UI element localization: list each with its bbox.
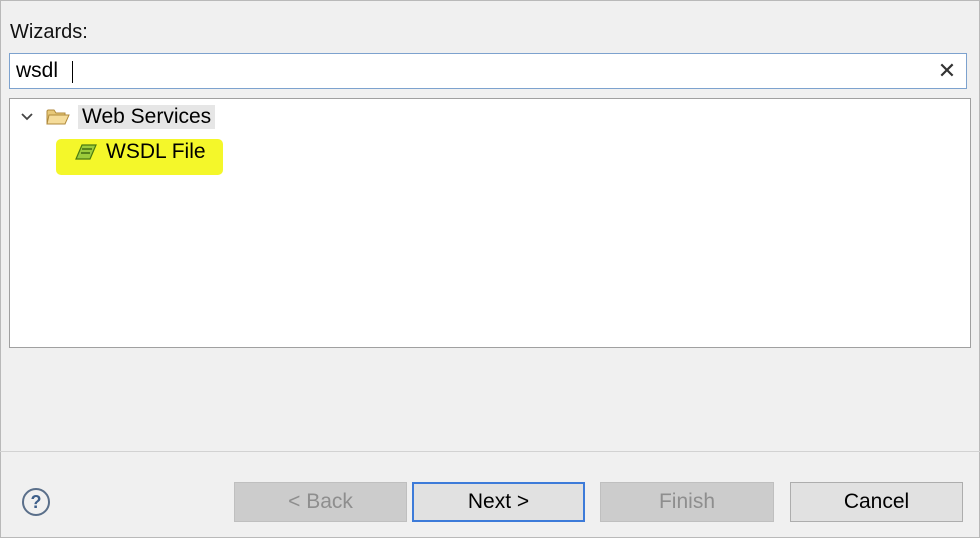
folder-open-icon [46,107,70,127]
tree-item-wsdl-file[interactable]: WSDL File [62,138,206,166]
help-icon[interactable]: ? [22,488,50,516]
back-button[interactable]: < Back [234,482,407,522]
next-button[interactable]: Next > [412,482,585,522]
tree-item-web-services[interactable]: Web Services [18,103,216,131]
tree-item-label: WSDL File [106,140,206,163]
text-caret [72,61,73,83]
wsdl-file-icon [74,141,98,163]
wizards-label: Wizards: [10,21,88,43]
tree-item-label: Web Services [78,105,216,129]
clear-filter-icon[interactable]: ✕ [936,59,958,83]
wizard-filter-field[interactable]: ✕ [9,53,967,89]
wizard-filter-input[interactable] [16,54,926,88]
cancel-button[interactable]: Cancel [790,482,963,522]
button-bar-divider [0,451,980,452]
chevron-down-icon[interactable] [18,105,36,129]
finish-button[interactable]: Finish [600,482,774,522]
wizard-tree[interactable]: Web Services [9,98,971,348]
